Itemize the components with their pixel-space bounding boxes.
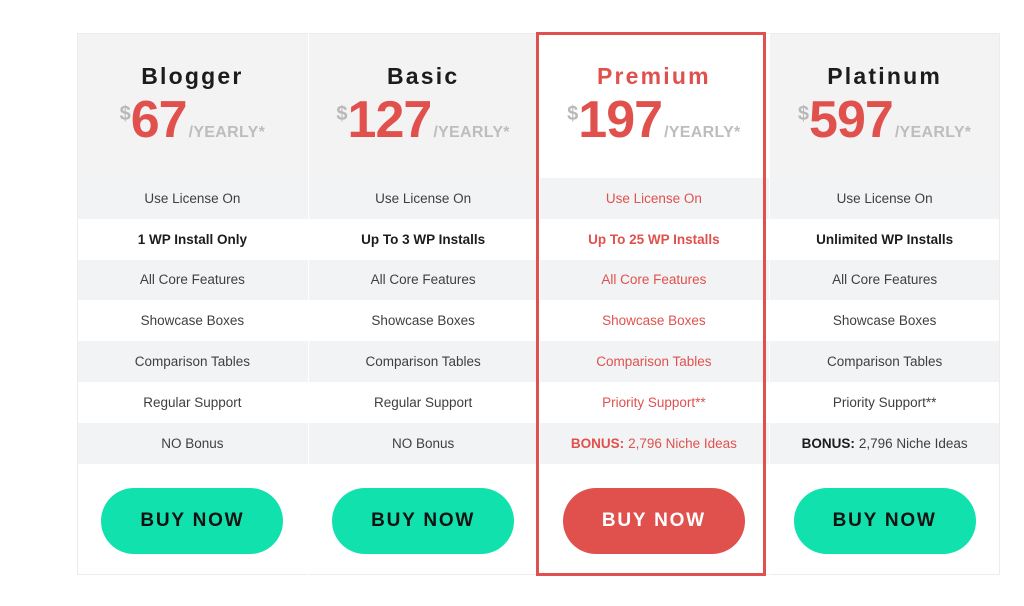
plan-header-premium: Premium $ 197 /YEARLY* bbox=[538, 33, 770, 178]
plan-column-blogger: Blogger $ 67 /YEARLY* Use License On 1 W… bbox=[77, 33, 308, 575]
price-amount: 597 bbox=[809, 91, 894, 149]
bonus-label: BONUS: bbox=[570, 435, 625, 451]
cta-area: BUY NOW bbox=[769, 467, 1000, 575]
feature-row: Showcase Boxes bbox=[769, 300, 1000, 342]
cta-area: BUY NOW bbox=[538, 467, 770, 575]
currency-symbol: $ bbox=[336, 103, 348, 125]
plan-price: $ 197 /YEARLY* bbox=[567, 94, 740, 146]
plan-price: $ 127 /YEARLY* bbox=[336, 94, 509, 146]
feature-list: Use License On Up To 3 WP Installs All C… bbox=[307, 178, 539, 467]
feature-row: Showcase Boxes bbox=[307, 300, 539, 342]
price-period: /YEARLY* bbox=[894, 124, 972, 141]
feature-row: All Core Features bbox=[769, 259, 1000, 301]
buy-now-button[interactable]: BUY NOW bbox=[332, 488, 515, 554]
feature-row: All Core Features bbox=[77, 259, 308, 301]
cta-area: BUY NOW bbox=[307, 467, 539, 575]
plan-column-basic: Basic $ 127 /YEARLY* Use License On Up T… bbox=[307, 33, 539, 575]
feature-row-bonus: NO Bonus bbox=[307, 422, 539, 464]
feature-row: Up To 3 WP Installs bbox=[307, 218, 539, 260]
bonus-value: 2,796 Niche Ideas bbox=[628, 435, 737, 451]
feature-row-bonus: BONUS: 2,796 Niche Ideas bbox=[769, 422, 1000, 464]
plan-price: $ 67 /YEARLY* bbox=[120, 94, 265, 146]
plan-name: Blogger bbox=[141, 63, 244, 89]
feature-list: Use License On 1 WP Install Only All Cor… bbox=[77, 178, 308, 467]
feature-row: Up To 25 WP Installs bbox=[538, 218, 770, 260]
feature-row: Priority Support** bbox=[769, 381, 1000, 423]
buy-now-button[interactable]: BUY NOW bbox=[101, 488, 284, 554]
cta-area: BUY NOW bbox=[77, 467, 308, 575]
price-amount: 197 bbox=[578, 91, 663, 149]
plan-header-basic: Basic $ 127 /YEARLY* bbox=[307, 33, 539, 178]
feature-row: Use License On bbox=[307, 178, 539, 219]
plan-header-blogger: Blogger $ 67 /YEARLY* bbox=[77, 33, 308, 178]
plan-column-premium: Premium $ 197 /YEARLY* Use License On Up… bbox=[538, 33, 770, 575]
feature-row: Comparison Tables bbox=[307, 341, 539, 382]
feature-row: Unlimited WP Installs bbox=[769, 218, 1000, 260]
price-period: /YEARLY* bbox=[188, 124, 266, 141]
feature-row: Showcase Boxes bbox=[538, 300, 770, 342]
currency-symbol: $ bbox=[567, 103, 579, 125]
price-period: /YEARLY* bbox=[433, 124, 510, 141]
feature-row-bonus: BONUS: 2,796 Niche Ideas bbox=[538, 422, 770, 464]
pricing-table: Blogger $ 67 /YEARLY* Use License On 1 W… bbox=[77, 32, 1000, 576]
feature-row: All Core Features bbox=[538, 259, 770, 301]
feature-row: Showcase Boxes bbox=[77, 300, 308, 342]
feature-row: Comparison Tables bbox=[769, 341, 1000, 382]
feature-row: Regular Support bbox=[307, 381, 539, 423]
buy-now-button[interactable]: BUY NOW bbox=[562, 488, 745, 554]
feature-list: Use License On Unlimited WP Installs All… bbox=[769, 178, 1000, 467]
bonus-label: BONUS: bbox=[801, 435, 855, 451]
plan-column-platinum: Platinum $ 597 /YEARLY* Use License On U… bbox=[769, 33, 1000, 575]
plan-name: Premium bbox=[596, 63, 711, 89]
currency-symbol: $ bbox=[119, 103, 131, 125]
currency-symbol: $ bbox=[797, 103, 810, 125]
feature-row: Use License On bbox=[769, 178, 1000, 219]
feature-row: All Core Features bbox=[307, 259, 539, 301]
buy-now-button[interactable]: BUY NOW bbox=[793, 488, 976, 554]
feature-row-bonus: NO Bonus bbox=[77, 422, 308, 464]
feature-list: Use License On Up To 25 WP Installs All … bbox=[538, 178, 770, 467]
feature-row: Use License On bbox=[77, 178, 308, 219]
price-amount: 67 bbox=[130, 91, 188, 149]
feature-row: 1 WP Install Only bbox=[77, 218, 308, 260]
feature-row: Comparison Tables bbox=[77, 341, 308, 382]
bonus-value: 2,796 Niche Ideas bbox=[858, 435, 968, 451]
feature-row: Use License On bbox=[538, 178, 770, 219]
price-amount: 127 bbox=[347, 91, 433, 149]
price-period: /YEARLY* bbox=[664, 124, 741, 141]
feature-row: Priority Support** bbox=[538, 381, 770, 423]
plan-price: $ 597 /YEARLY* bbox=[798, 94, 971, 146]
plan-name: Platinum bbox=[827, 63, 942, 89]
plan-name: Basic bbox=[386, 63, 460, 89]
feature-row: Regular Support bbox=[77, 381, 308, 423]
plan-header-platinum: Platinum $ 597 /YEARLY* bbox=[769, 33, 1000, 178]
feature-row: Comparison Tables bbox=[538, 341, 770, 382]
